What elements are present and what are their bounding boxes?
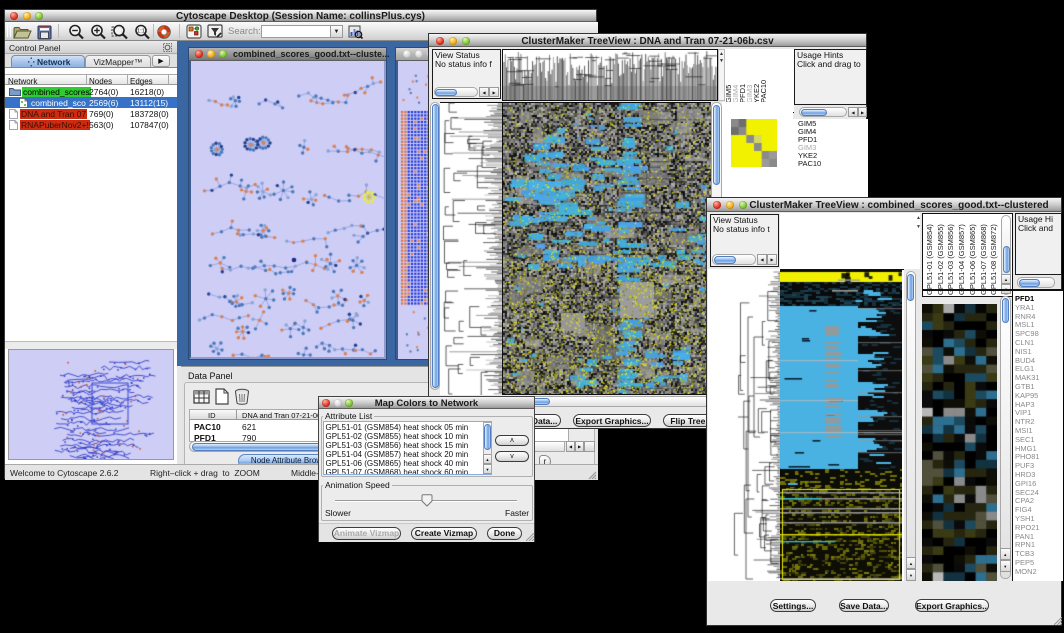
svg-text:1:1: 1:1 xyxy=(137,29,145,35)
